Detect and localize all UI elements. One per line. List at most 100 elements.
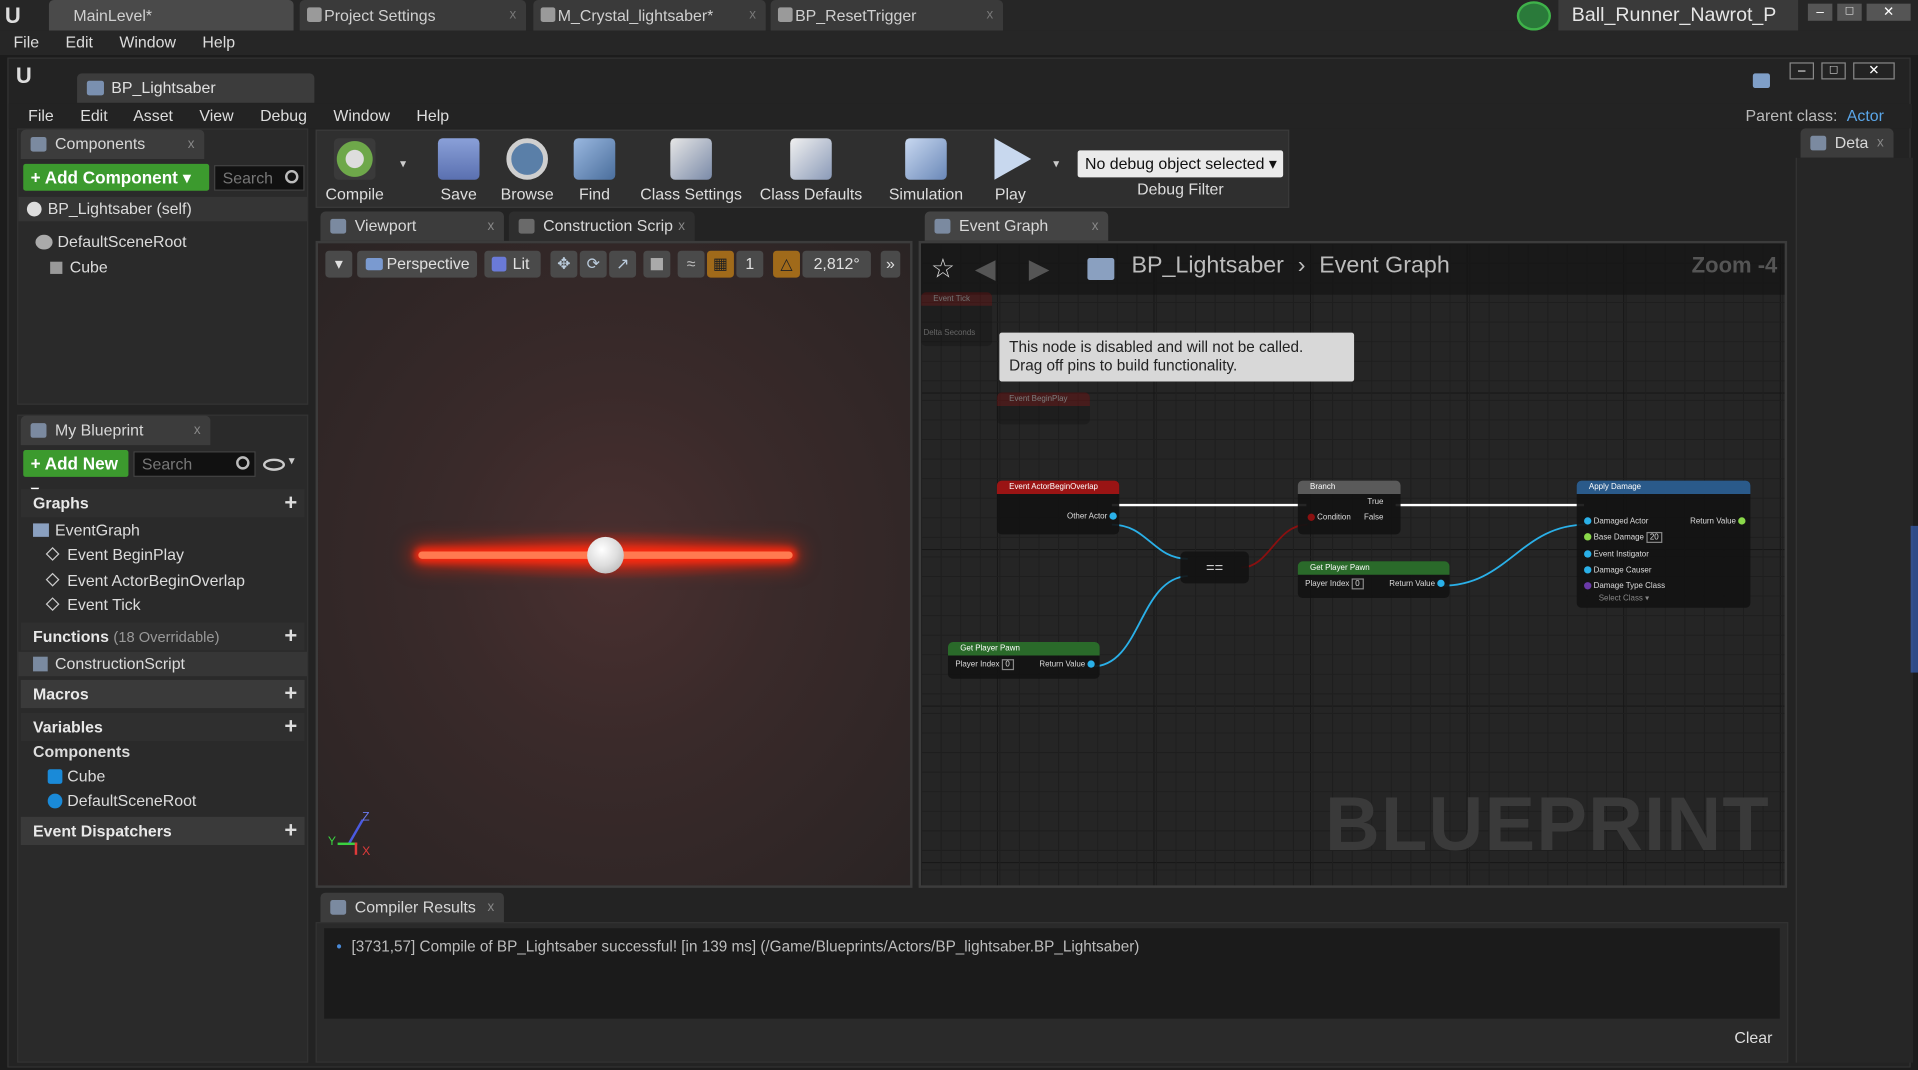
menu-window[interactable]: Window — [333, 106, 390, 124]
add-new-button[interactable]: + Add New ▾ — [23, 450, 129, 500]
pin-return-value[interactable]: Return Value — [1690, 517, 1746, 526]
section-macros[interactable]: Macros + — [20, 679, 305, 709]
editor-maximize-button[interactable]: □ — [1821, 62, 1846, 80]
menu-file[interactable]: File — [13, 33, 39, 51]
simulation-button[interactable]: Simulation — [879, 131, 972, 209]
pin-player-index[interactable]: Player Index 0 — [955, 659, 1014, 671]
angle-value-button[interactable]: 2,812° — [802, 250, 871, 278]
pin-true[interactable]: True — [1367, 498, 1383, 507]
section-event-dispatchers[interactable]: Event Dispatchers + — [20, 816, 305, 846]
lit-button[interactable]: Lit — [484, 250, 541, 278]
editor-close-button[interactable]: ✕ — [1853, 62, 1895, 80]
compile-button[interactable]: Compile — [319, 131, 390, 209]
menu-edit[interactable]: Edit — [80, 106, 107, 124]
compile-options-chevron-icon[interactable]: ▾ — [400, 158, 406, 171]
variable-cube[interactable]: Cube — [18, 764, 307, 788]
editor-minimize-button[interactable]: – — [1789, 62, 1815, 80]
pin-delta-seconds[interactable]: Delta Seconds — [924, 329, 976, 338]
window-maximize-button[interactable]: □ — [1837, 3, 1862, 21]
source-control-icon[interactable] — [1516, 1, 1552, 31]
tab-reset-trigger[interactable]: BP_ResetTrigger x — [770, 0, 1004, 31]
damage-type-select[interactable]: Select Class ▾ — [1599, 593, 1649, 603]
class-settings-button[interactable]: Class Settings — [637, 131, 745, 209]
menu-help[interactable]: Help — [416, 106, 449, 124]
component-cube[interactable]: Cube — [18, 256, 307, 280]
close-icon[interactable]: x — [509, 0, 516, 31]
add-graph-button[interactable]: + — [284, 489, 297, 517]
close-icon[interactable]: x — [987, 0, 994, 31]
node-event-tick[interactable]: Event Tick Delta Seconds — [921, 292, 993, 347]
tab-event-graph[interactable]: Event Graph x — [924, 211, 1109, 241]
pin-damage-type-class[interactable]: Damage Type Class — [1584, 582, 1665, 591]
menu-debug[interactable]: Debug — [260, 106, 307, 124]
angle-snap-button[interactable]: △ — [773, 250, 800, 278]
viewport-more-button[interactable]: » — [880, 250, 901, 278]
menu-asset[interactable]: Asset — [133, 106, 173, 124]
asset-tab[interactable]: BP_Lightsaber — [77, 73, 315, 103]
section-graphs[interactable]: Graphs + — [20, 489, 305, 518]
find-button[interactable]: Find — [561, 131, 627, 209]
pin-return-value[interactable]: Return Value — [1039, 660, 1095, 669]
world-local-button[interactable] — [643, 250, 671, 278]
viewport[interactable]: ▾ Perspective Lit ✥ ⟳ ↗ ≈ ▦ 1 △ 2,812° »… — [315, 240, 913, 888]
menu-view[interactable]: View — [199, 106, 233, 124]
debug-object-select[interactable]: No debug object selected ▾ — [1077, 150, 1284, 178]
event-actorbeginoverlap-item[interactable]: Event ActorBeginOverlap — [18, 569, 307, 593]
event-tick-item[interactable]: Event Tick — [18, 593, 307, 617]
function-construction-script[interactable]: ConstructionScript — [18, 651, 308, 677]
close-icon[interactable]: x — [678, 212, 685, 241]
feedback-icon[interactable] — [1752, 73, 1770, 89]
play-button[interactable]: Play — [975, 131, 1046, 209]
event-graph-canvas[interactable]: ☆ ◀ ▶ BP_Lightsaber › Event Graph Zoom -… — [918, 240, 1788, 888]
close-icon[interactable]: x — [487, 893, 494, 922]
component-self-item[interactable]: BP_Lightsaber (self) — [18, 196, 308, 222]
pin-other-actor[interactable]: Other Actor — [1067, 512, 1117, 521]
scale-tool-button[interactable]: ↗ — [609, 250, 637, 278]
variable-components-category[interactable]: Components — [18, 740, 307, 764]
event-beginplay-item[interactable]: Event BeginPlay — [18, 543, 307, 567]
node-get-player-pawn-2[interactable]: Get Player Pawn Player Index 0 Return Va… — [947, 642, 1100, 679]
node-branch[interactable]: Branch Condition True False — [1297, 480, 1401, 535]
node-get-player-pawn-1[interactable]: Get Player Pawn Player Index 0 Return Va… — [1297, 561, 1450, 598]
tab-material[interactable]: M_Crystal_lightsaber* x — [533, 0, 766, 31]
menu-help[interactable]: Help — [202, 33, 235, 51]
save-button[interactable]: Save — [424, 131, 492, 209]
node-event-actorbeginoverlap[interactable]: Event ActorBeginOverlap Other Actor — [996, 480, 1120, 535]
pin-condition[interactable]: Condition — [1307, 514, 1351, 522]
rotate-tool-button[interactable]: ⟳ — [579, 250, 607, 278]
pin-player-index[interactable]: Player Index 0 — [1305, 578, 1364, 590]
grid-snap-button[interactable]: ▦ — [707, 250, 734, 278]
component-default-scene-root[interactable]: DefaultSceneRoot — [18, 230, 307, 254]
graph-event-graph[interactable]: EventGraph — [18, 519, 307, 543]
blueprint-search-input[interactable]: Search — [133, 451, 256, 477]
translate-tool-button[interactable]: ✥ — [550, 250, 578, 278]
viewport-options-button[interactable]: ▾ — [325, 250, 353, 278]
menu-file[interactable]: File — [28, 106, 54, 124]
tab-project-settings[interactable]: Project Settings x — [299, 0, 526, 31]
menu-window[interactable]: Window — [119, 33, 176, 51]
tab-my-blueprint[interactable]: My Blueprint x — [20, 415, 211, 446]
play-options-chevron-icon[interactable]: ▾ — [1053, 158, 1059, 171]
pin-return-value[interactable]: Return Value — [1389, 580, 1445, 588]
visibility-eye-icon[interactable] — [262, 458, 286, 471]
surface-snap-button[interactable]: ≈ — [677, 250, 705, 278]
section-functions[interactable]: Functions (18 Overridable) + — [20, 622, 305, 651]
class-defaults-button[interactable]: Class Defaults — [752, 131, 869, 209]
chevron-down-icon[interactable]: ▾ — [289, 455, 295, 468]
pin-damaged-actor[interactable]: Damaged Actor — [1584, 517, 1648, 526]
parent-class-link[interactable]: Actor — [1847, 106, 1884, 124]
node-apply-damage[interactable]: Apply Damage Damaged Actor Base Damage 2… — [1576, 480, 1751, 608]
close-icon[interactable]: x — [1877, 128, 1884, 157]
log-entry[interactable]: • [3731,57] Compile of BP_Lightsaber succ… — [336, 938, 1139, 955]
pin-event-instigator[interactable]: Event Instigator — [1584, 550, 1649, 559]
browse-button[interactable]: Browse — [493, 131, 561, 209]
component-search-input[interactable]: Search — [214, 165, 305, 191]
add-function-button[interactable]: + — [284, 622, 297, 650]
tab-mainlevel[interactable]: MainLevel* — [48, 0, 294, 31]
window-close-button[interactable]: ✕ — [1866, 3, 1911, 21]
right-edge-scrollbar[interactable] — [1910, 525, 1918, 673]
window-minimize-button[interactable]: – — [1807, 3, 1833, 21]
grid-size-button[interactable]: 1 — [736, 250, 764, 278]
menu-edit[interactable]: Edit — [66, 33, 93, 51]
perspective-button[interactable]: Perspective — [357, 250, 478, 278]
